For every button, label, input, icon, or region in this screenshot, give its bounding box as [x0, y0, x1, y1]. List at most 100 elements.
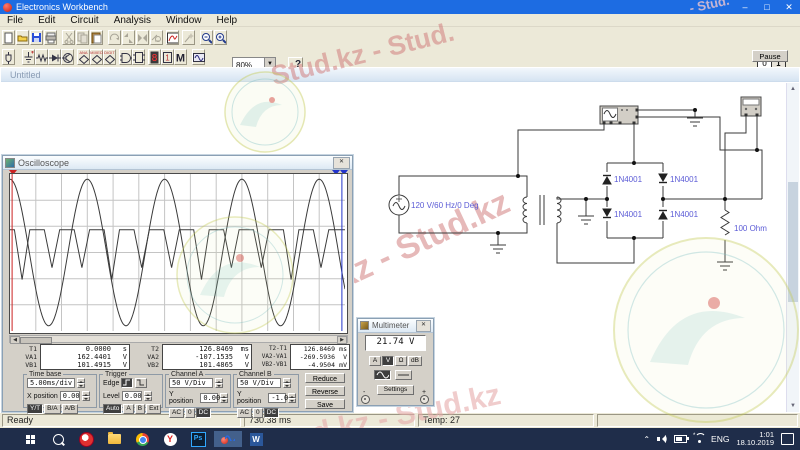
word-icon[interactable]: W [248, 431, 264, 447]
readout-box-1: 0.0000s 162.4401V 101.4915V [40, 344, 130, 370]
windows-logo-icon [26, 435, 35, 444]
ewb-taskbar-button[interactable] [214, 431, 242, 447]
battery-icon[interactable] [674, 435, 687, 443]
readout-box-3: 126.8469ms -269.5936V -4.9504mV [290, 344, 350, 370]
scope-horizontal-scrollbar[interactable]: ◀ ▶ [9, 335, 348, 343]
channel-a-ypos-spinner[interactable] [220, 393, 228, 403]
yt-mode-button[interactable]: Y/T [27, 404, 43, 414]
channel-a-ac-button[interactable]: AC [169, 408, 184, 418]
ba-mode-button[interactable]: B/A [44, 404, 60, 414]
ac-voltage-source[interactable] [389, 195, 409, 215]
level-label: Level [103, 393, 120, 400]
ground-symbol[interactable] [490, 245, 506, 253]
ground-symbol[interactable] [717, 262, 733, 270]
trigger-group: Trigger Edge Level 0.00 Auto A B Ext [99, 374, 163, 408]
multimeter-titlebar[interactable]: Multimeter ✕ [358, 319, 433, 333]
multimeter-display: 21.74 V [365, 335, 426, 351]
photoshop-icon[interactable]: Ps [190, 431, 206, 447]
channel-b-ypos-spinner[interactable] [288, 393, 296, 403]
multimeter-window-icon [360, 321, 369, 330]
channel-a-zero-button[interactable]: 0 [185, 408, 195, 418]
oscilloscope-titlebar[interactable]: Oscilloscope ✕ [3, 156, 352, 170]
decibel-mode-button[interactable]: dB [408, 356, 422, 366]
trigger-level-value[interactable]: 0.00 [122, 391, 142, 401]
wifi-icon[interactable]: * [694, 435, 704, 443]
scope-grid [10, 174, 345, 331]
channel-b-zero-button[interactable]: 0 [253, 408, 263, 418]
trigger-auto-button[interactable]: Auto [103, 404, 122, 414]
ground-symbol[interactable] [578, 216, 594, 224]
action-center-icon[interactable] [781, 433, 794, 445]
file-explorer-icon[interactable] [106, 431, 122, 447]
trigger-a-button[interactable]: A [123, 404, 133, 414]
falling-edge-icon [137, 379, 145, 386]
channel-b-scale-spinner[interactable] [283, 378, 291, 388]
taskbar-search-button[interactable] [50, 431, 66, 447]
channel-b-ypos[interactable]: -1.00 [268, 393, 286, 403]
scope-plot[interactable] [10, 174, 345, 331]
edge-label: Edge [103, 380, 119, 387]
red-app-icon[interactable] [78, 431, 94, 447]
timebase-value[interactable]: 5.00ms/div [27, 378, 75, 388]
trigger-ext-button[interactable]: Ext [146, 404, 161, 414]
reverse-button[interactable]: Reverse [305, 386, 345, 396]
oscilloscope-close-icon[interactable]: ✕ [333, 157, 350, 169]
diode-1n4001[interactable] [603, 176, 611, 185]
start-button[interactable] [22, 431, 38, 447]
rising-edge-icon [123, 379, 131, 386]
diode-1n4001[interactable] [659, 174, 667, 183]
xposition-value[interactable]: 0.00 [60, 391, 80, 401]
positive-terminal[interactable] [420, 395, 429, 404]
channel-b-group: Channel B 50 V/Div Y position -1.00 AC 0… [233, 374, 299, 408]
scope-scroll-right-icon[interactable]: ▶ [337, 336, 347, 344]
diode-1n4001[interactable] [659, 211, 667, 220]
settings-button[interactable]: Settings [377, 385, 414, 395]
ohm-mode-button[interactable]: Ω [395, 356, 407, 366]
negative-terminal[interactable] [361, 395, 370, 404]
trigger-b-button[interactable]: B [135, 404, 145, 414]
xposition-spinner[interactable] [82, 391, 90, 401]
timebase-group: Time base 5.00ms/div X position 0.00 Y/T… [23, 374, 97, 408]
volt-mode-button[interactable]: V [382, 356, 394, 366]
timebase-spinner[interactable] [77, 378, 85, 388]
channel-a-scale-spinner[interactable] [215, 378, 223, 388]
save-scope-button[interactable]: Save [305, 399, 345, 409]
volume-icon[interactable]: ) [657, 435, 667, 444]
ampere-mode-button[interactable]: A [369, 356, 381, 366]
ab-mode-button[interactable]: A/B [62, 404, 78, 414]
chrome-icon[interactable] [134, 431, 150, 447]
channel-b-ac-button[interactable]: AC [237, 408, 252, 418]
diode-1n4001[interactable] [603, 209, 611, 218]
falling-edge-button[interactable] [135, 378, 147, 388]
xposition-label: X position [27, 393, 58, 400]
scope-scroll-thumb[interactable] [20, 337, 52, 344]
multimeter-instrument-icon[interactable] [741, 97, 761, 117]
channel-a-ypos[interactable]: 0.00 [200, 393, 218, 403]
language-indicator[interactable]: ENG [711, 434, 729, 444]
transformer[interactable] [523, 195, 561, 225]
channel-b-scale[interactable]: 50 V/Div [237, 378, 281, 388]
channel-a-scale[interactable]: 50 V/Div [169, 378, 213, 388]
ground-symbol[interactable] [687, 118, 703, 126]
yandex-browser-icon[interactable]: Y [162, 431, 178, 447]
resistor-100-ohm[interactable] [721, 210, 729, 235]
reduce-button[interactable]: Reduce [305, 373, 345, 383]
channel-b-dc-button[interactable]: DC [264, 408, 279, 418]
oscilloscope-instrument-icon[interactable] [600, 106, 639, 125]
flat-line-icon [397, 371, 410, 379]
readout-labels-2: T2VA2VB2 [133, 345, 159, 369]
dc-signal-button[interactable] [395, 370, 412, 380]
rising-edge-button[interactable] [121, 378, 133, 388]
tray-chevron-icon[interactable]: ⌃ [643, 435, 650, 444]
taskbar-clock[interactable]: 1:01 18.10.2019 [736, 431, 774, 447]
electronics-workbench-screen: Electronics Workbench – □ ✕ File Edit Ci… [0, 0, 800, 450]
scope-scroll-left-icon[interactable]: ◀ [10, 336, 20, 344]
trigger-level-spinner[interactable] [144, 391, 152, 401]
ac-signal-button[interactable] [374, 370, 391, 380]
multimeter-window: Multimeter ✕ 21.74 V A V Ω dB Settings -… [357, 318, 434, 406]
yposition-label: Y position [237, 391, 266, 405]
yposition-label: Y position [169, 391, 198, 405]
multimeter-close-icon[interactable]: ✕ [416, 320, 431, 332]
diode-label: 1N4001 [670, 210, 699, 219]
channel-a-dc-button[interactable]: DC [196, 408, 211, 418]
